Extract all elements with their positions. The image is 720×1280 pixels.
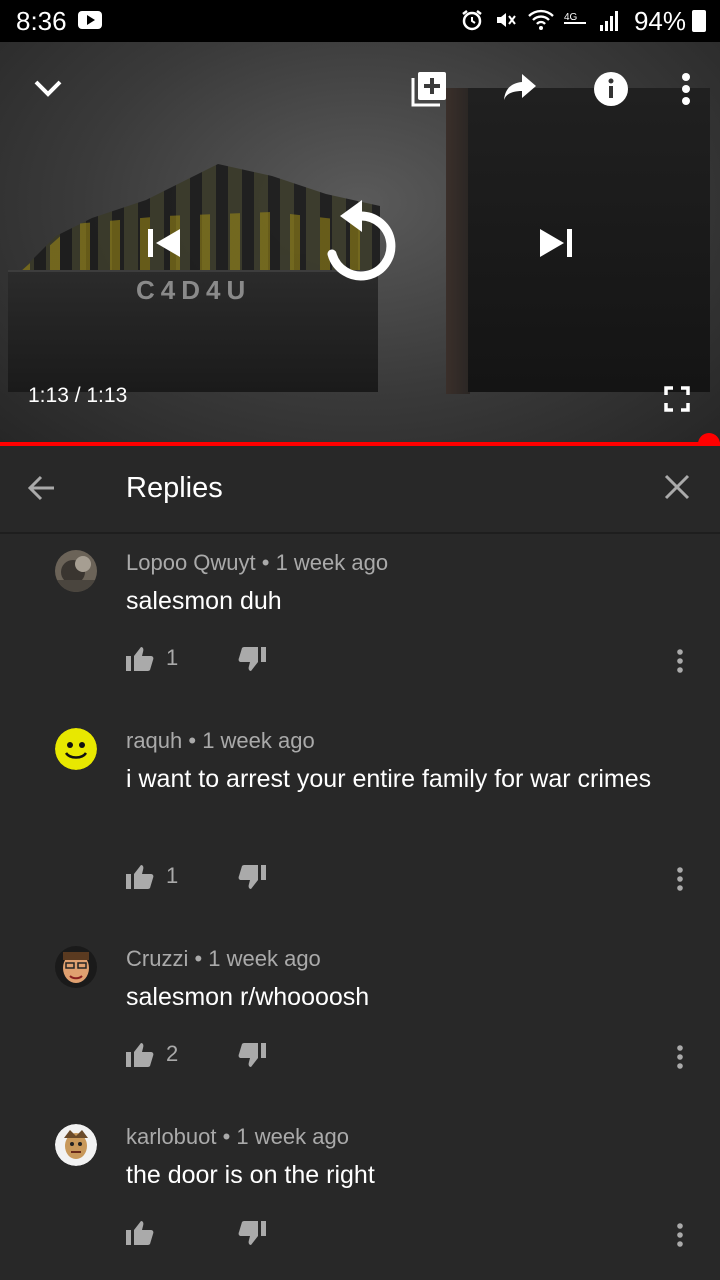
share-arrow-icon [504,74,536,100]
minimize-button[interactable] [30,70,66,106]
thumbs-up-icon[interactable] [126,864,154,890]
thumbs-up-icon[interactable] [126,1042,154,1068]
like-count: 2 [166,1041,179,1066]
skip-previous-icon [148,229,180,257]
replay-button[interactable] [322,198,398,288]
mute-icon [497,13,516,27]
wifi-icon [528,9,554,30]
battery-percentage: 94% [633,6,686,36]
replies-header: Replies [0,446,720,534]
info-button[interactable] [592,70,630,108]
playlist-add-icon [411,72,446,107]
skip-next-icon [540,229,572,257]
signal-icon [600,11,618,31]
comment-text: salesmon duh [126,587,282,615]
comment-meta: Cruzzi • 1 week ago [126,946,321,971]
comment-more-icon[interactable] [675,1044,685,1070]
avatar[interactable] [55,550,97,592]
like-count: 1 [166,645,179,670]
comment-more-icon[interactable] [675,866,685,892]
status-time: 8:36 [16,6,67,36]
thumbs-up-icon[interactable] [126,1220,154,1246]
status-bar: 8:36 4G 94% [0,0,720,42]
thumbs-down-icon[interactable] [238,1042,266,1068]
video-player[interactable]: C4D4U 1:13 / 1:13 [0,42,720,444]
video-scene-door-side [446,88,470,394]
replay-icon [327,200,396,281]
alarm-icon [462,10,482,31]
thumbs-up-icon[interactable] [126,646,154,672]
replies-title: Replies [126,472,223,504]
like-count: 1 [166,863,179,888]
close-button[interactable] [662,472,692,507]
video-time: 1:13 / 1:13 [28,384,128,407]
thumbs-down-icon[interactable] [238,646,266,672]
more-options-button[interactable] [676,70,696,108]
thumbs-down-icon[interactable] [238,1220,266,1246]
next-button[interactable] [538,226,574,260]
avatar[interactable] [55,946,97,988]
avatar[interactable] [55,728,97,770]
previous-button[interactable] [146,226,182,260]
comment-meta: Lopoo Qwuyt • 1 week ago [126,550,389,575]
comment-meta: raquh • 1 week ago [126,728,315,753]
fullscreen-button[interactable] [664,386,690,412]
youtube-notification-icon [78,11,102,29]
add-to-playlist-button[interactable] [410,70,448,108]
comment-text: i want to arrest your entire family for … [126,765,652,793]
more-vertical-icon [682,73,690,105]
avatar[interactable] [55,1124,97,1166]
comment-meta: karlobuot • 1 week ago [126,1124,349,1149]
comment-more-icon[interactable] [675,648,685,674]
arrow-back-icon [27,475,54,501]
video-logo-text: C4D4U [136,275,252,305]
share-button[interactable] [502,72,538,104]
video-scene-door [468,88,710,392]
comment-more-icon[interactable] [675,1222,685,1248]
back-button[interactable] [26,472,58,509]
status-icons: 4G [460,8,620,32]
comment-text: salesmon r/whoooosh [126,983,370,1011]
thumbs-down-icon[interactable] [238,864,266,890]
comment-text: the door is on the right [126,1161,375,1189]
battery-icon [692,10,706,32]
svg-text:4G: 4G [564,12,578,23]
close-icon [664,474,690,500]
chevron-down-icon [34,80,62,97]
lte-icon: 4G [564,12,586,24]
fullscreen-icon [664,386,690,412]
info-icon [594,72,628,106]
